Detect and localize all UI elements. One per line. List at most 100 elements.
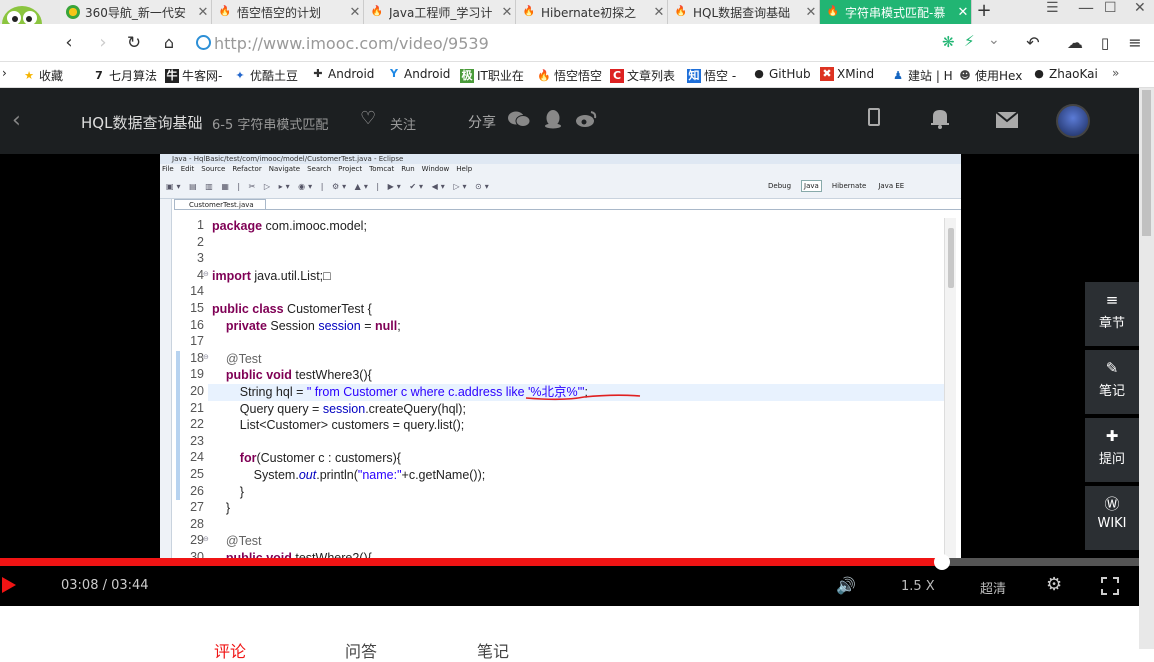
address-url: http://www.imooc.com/video/9539 (214, 34, 489, 53)
bookmark-item[interactable]: 7 七月算法 (92, 67, 157, 84)
code-token: CustomerTest { (283, 302, 372, 316)
bookmark-label: 使用Hex (975, 69, 1023, 83)
bookmark-label: GitHub (769, 67, 811, 81)
notification-bell-icon[interactable] (928, 106, 952, 130)
mail-icon[interactable] (995, 111, 1019, 128)
tab-comments[interactable]: 评论 (214, 638, 246, 662)
home-icon[interactable]: ⌂ (158, 32, 180, 54)
new-tab-button[interactable]: + (972, 0, 996, 24)
tab-2[interactable]: 🔥 Java工程师_学习计 ✕ (364, 0, 516, 24)
mobile-icon[interactable] (868, 108, 880, 126)
side-button-1[interactable]: ✎ 笔记 (1085, 350, 1139, 414)
line-number: 16 (190, 317, 204, 332)
code-token: (Customer c : customers){ (256, 451, 401, 466)
course-header: ‹ HQL数据查询基础 6-5 字符串模式匹配 ♡ 关注 分享 (0, 88, 1139, 154)
maximize-icon[interactable]: ☐ (1104, 0, 1117, 16)
reload-icon[interactable]: ↻ (123, 32, 145, 54)
play-icon[interactable] (2, 577, 16, 593)
tab-close-icon[interactable]: ✕ (499, 5, 515, 20)
bookmark-item[interactable]: 牛牛客网- (165, 67, 222, 84)
wechat-icon[interactable] (508, 110, 531, 128)
quality-button[interactable]: 超清 (980, 578, 1006, 597)
code-token: +c.getName()); (401, 468, 486, 482)
qq-icon[interactable] (543, 109, 563, 129)
undo-icon[interactable]: ↶ (1022, 32, 1044, 54)
side-button-label: 笔记 (1098, 384, 1125, 399)
bookmark-item[interactable]: ✦ 优酷土豆 (233, 67, 298, 84)
tab-0[interactable]: 360导航_新一代安 ✕ (60, 0, 212, 24)
bookmark-item[interactable]: ☻ 使用Hex (958, 67, 1022, 84)
minimize-icon[interactable]: — (1078, 0, 1094, 17)
eclipse-menu-item: Tomcat (369, 165, 395, 173)
extension-icon[interactable]: ❋ (942, 33, 955, 51)
time-display: 03:08 / 03:44 (61, 578, 149, 593)
tab-qa[interactable]: 问答 (345, 638, 377, 662)
bookmark-item[interactable]: ♟ 建站 | H (891, 67, 953, 84)
bookmark-label: 文章列表 (627, 69, 676, 83)
progress-knob[interactable] (933, 554, 950, 570)
line-number: 14 (190, 284, 204, 299)
code-token: ; (397, 318, 401, 333)
code-token: String hql = (212, 385, 307, 399)
dropdown-icon[interactable]: ⌄ (988, 32, 1000, 48)
back-icon[interactable]: ‹ (58, 32, 80, 54)
tab-notes[interactable]: 笔记 (477, 638, 509, 662)
github-icon: ● (754, 67, 764, 80)
bookmark-item[interactable]: ★ 收藏 (22, 67, 63, 84)
back-arrow-icon[interactable]: ‹ (12, 108, 21, 133)
flame-icon: 🔥 (537, 68, 551, 82)
bookmark-item[interactable]: 极 IT职业在 (460, 67, 524, 84)
side-button-0[interactable]: ≡ 章节 (1085, 282, 1139, 346)
bookmark-label: IT职业在 (477, 69, 524, 83)
code-line: } (212, 484, 244, 501)
code-token: = (360, 318, 375, 333)
follow-label[interactable]: 关注 (390, 114, 416, 133)
tab-close-icon[interactable]: ✕ (803, 5, 819, 20)
tab-5[interactable]: 🔥 字符串模式匹配-慕 ✕ (820, 0, 972, 24)
volume-icon[interactable]: 🔊 (836, 576, 856, 595)
progress-track[interactable] (0, 554, 1139, 570)
tab-4[interactable]: 🔥 HQL数据查询基础 ✕ (668, 0, 820, 24)
page-scrollbar[interactable] (1139, 88, 1154, 649)
bookmark-item[interactable]: Y Android (387, 67, 450, 81)
flame-icon: 🔥 (522, 6, 536, 17)
bookmark-item[interactable]: 知悟空 - (687, 67, 736, 84)
weibo-icon[interactable] (575, 110, 597, 128)
bookmark-item[interactable]: 🔥 悟空悟空 (537, 67, 602, 84)
bookmark-item[interactable]: C 文章列表 (610, 67, 675, 84)
bookmark-item[interactable]: ● ZhaoKai (1032, 67, 1098, 81)
eclipse-left-gutter-bar (160, 199, 172, 558)
menu-icon[interactable]: ☰ (1046, 0, 1059, 16)
tab-1[interactable]: 🔥 悟空悟空的计划 ✕ (212, 0, 364, 24)
close-icon[interactable]: ✕ (1134, 0, 1146, 16)
speed-button[interactable]: 1.5 X (901, 579, 935, 594)
bookmark-item[interactable]: ● GitHub (752, 67, 811, 81)
bookmarks-more-button[interactable]: » (1112, 66, 1119, 80)
fullscreen-icon[interactable] (1101, 577, 1119, 595)
code-token: testWhere2(){ (291, 551, 372, 558)
phone-icon[interactable]: ▯ (1094, 32, 1116, 54)
tab-close-icon[interactable]: ✕ (955, 5, 971, 20)
cloud-icon[interactable]: ☁ (1064, 32, 1086, 54)
tab-3[interactable]: 🔥 Hibernate初探之 ✕ (516, 0, 668, 24)
bookmark-item[interactable]: ✖ XMind (820, 67, 874, 81)
forward-icon[interactable]: › (92, 32, 114, 54)
more-menu-icon[interactable]: ≡ (1124, 32, 1146, 54)
tab-close-icon[interactable]: ✕ (651, 5, 667, 20)
code-line: System.out.println("name:"+c.getName()); (212, 467, 486, 484)
ji-icon: 极 (460, 68, 474, 83)
pencil-icon: ✎ (1105, 359, 1119, 377)
user-avatar[interactable] (1056, 104, 1090, 138)
bookmark-item[interactable]: ✚ Android (311, 67, 374, 81)
bookmarks-expand-icon[interactable]: › (2, 66, 7, 80)
flame-icon: 🔥 (370, 6, 384, 17)
tab-close-icon[interactable]: ✕ (347, 5, 363, 20)
side-button-2[interactable]: ✚ 提问 (1085, 418, 1139, 482)
lightning-icon[interactable]: ⚡ (964, 32, 975, 50)
tab-close-icon[interactable]: ✕ (195, 5, 211, 20)
side-button-3[interactable]: Ⓦ WIKI (1085, 486, 1139, 550)
video-player[interactable]: Java - HqlBasic/test/com/imooc/model/Cus… (0, 154, 1139, 606)
heart-icon[interactable]: ♡ (360, 108, 376, 129)
settings-icon[interactable]: ⚙ (1046, 574, 1062, 595)
address-bar[interactable]: http://www.imooc.com/video/9539 ❋ ⚡ ⌄ (190, 30, 1010, 56)
